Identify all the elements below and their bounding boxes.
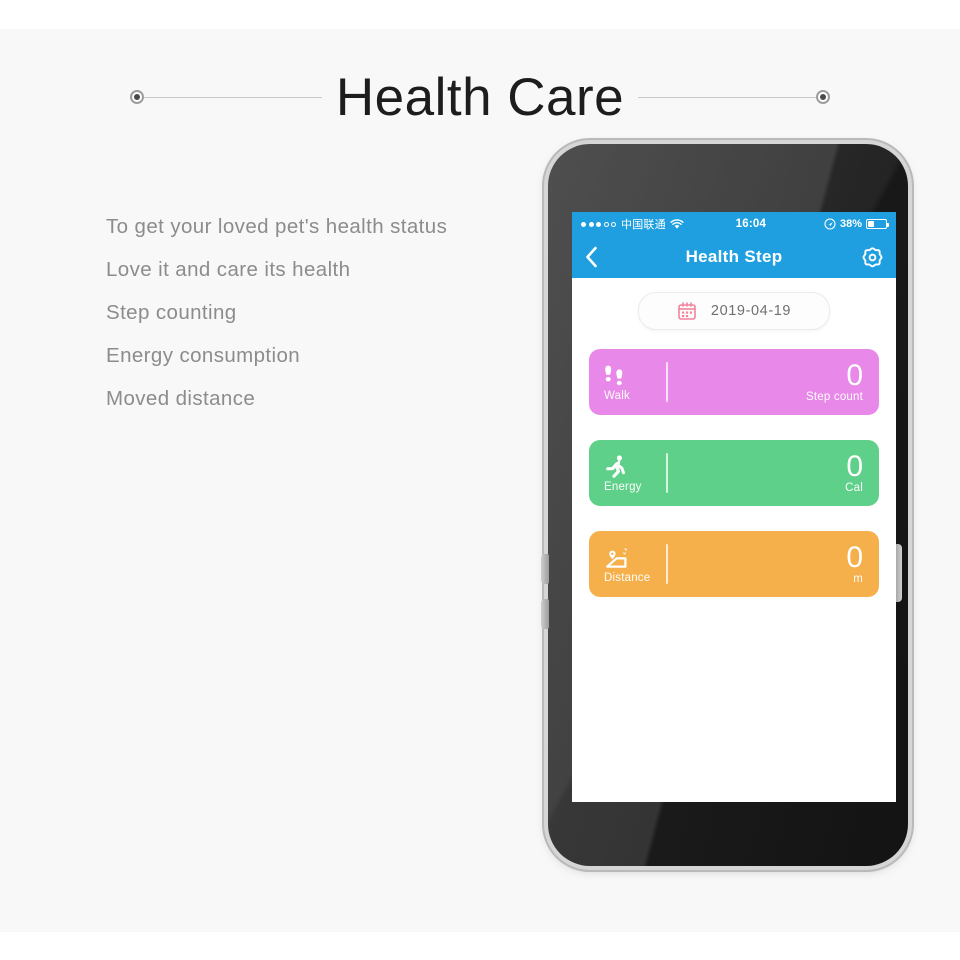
page-root: Health Care To get your loved pet's heal… [0,0,960,960]
stat-card-unit: Cal [845,482,863,494]
stat-card-distance[interactable]: Distance 0 m [589,531,879,597]
map-pin-icon [606,547,627,568]
stat-card-unit: Step count [806,391,863,403]
navigation-bar: Health Step [572,236,896,278]
date-value: 2019-04-19 [710,303,792,319]
feature-list-item: Moved distance [106,387,256,410]
title-right-dot-icon [816,90,831,104]
battery-percent-label: 38% [839,218,862,230]
stat-icon-wrap [604,453,629,479]
feature-list-item: Love it and care its health [106,258,351,281]
carrier-label: 中国联通 [621,219,666,231]
screen-content: 2019-04-19 Walk 0 Step count Energy 0 Ca… [572,278,896,802]
stat-card-list: Walk 0 Step count Energy 0 Cal Distance … [589,349,879,597]
title-right-rule [638,96,817,98]
stat-card-value: 0 [846,450,863,483]
title-left-rule [143,96,322,98]
volume-up-button[interactable] [541,554,549,584]
feature-list-item: To get your loved pet's health status [106,215,448,238]
footprints-icon [605,365,623,386]
phone-screen: 中国联通 16:04 38% Health Step 2019-04-19 Wa… [572,212,896,802]
nav-title: Health Step [685,247,783,266]
battery-icon [866,219,889,229]
stat-card-walk[interactable]: Walk 0 Step count [589,349,879,415]
stat-icon-wrap [604,362,629,388]
date-picker[interactable]: 2019-04-19 [638,292,830,330]
calendar-icon [678,302,696,320]
phone-mockup: 中国联通 16:04 38% Health Step 2019-04-19 Wa… [520,144,920,874]
gear-icon[interactable] [861,246,884,269]
stat-card-energy[interactable]: Energy 0 Cal [589,440,879,506]
stat-card-right: 0 m [668,541,863,586]
stat-card-left: Walk [604,362,662,402]
stat-card-label: Energy [604,481,642,493]
stat-card-right: 0 Step count [668,359,863,404]
feature-list: To get your loved pet's health status Lo… [106,205,536,420]
stat-card-value: 0 [846,359,863,392]
location-icon [824,218,836,230]
stat-icon-wrap [604,544,631,570]
status-time: 16:04 [735,218,767,230]
stat-card-right: 0 Cal [668,450,863,495]
back-chevron-icon[interactable] [585,246,598,268]
stat-card-label: Walk [604,390,630,402]
title-left-dot-icon [129,90,144,104]
running-icon [606,454,626,478]
feature-list-item: Energy consumption [106,344,301,367]
status-bar: 中国联通 16:04 38% [572,212,896,236]
page-title-row: Health Care [0,62,960,132]
signal-strength-icon [581,221,616,227]
feature-list-item: Step counting [106,301,237,324]
battery-fill [868,221,875,227]
stat-card-left: Distance [604,544,662,584]
stat-card-left: Energy [604,453,662,493]
page-title: Health Care [335,67,625,127]
status-bar-right: 38% [824,218,889,230]
stat-card-value: 0 [846,541,863,574]
volume-down-button[interactable] [541,599,549,629]
stat-card-unit: m [853,573,863,585]
stat-card-label: Distance [604,572,651,584]
